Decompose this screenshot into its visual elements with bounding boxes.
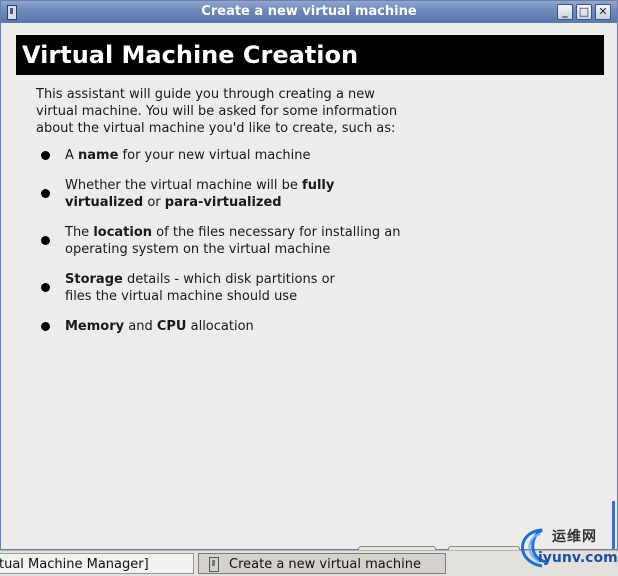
item-text: and	[124, 319, 157, 334]
close-button[interactable]: ✕	[595, 4, 611, 20]
bullet-dot-icon	[41, 189, 50, 198]
window-title: Create a new virtual machine	[201, 4, 417, 19]
bullet-dot-icon	[41, 283, 50, 292]
watermark-cn: 运维网	[552, 529, 597, 545]
item-text: Whether the virtual machine will be	[65, 178, 303, 193]
watermark: 运维网 iyunv.com	[512, 522, 618, 572]
dialog-window: Create a new virtual machine _ □ ✕ Virtu…	[0, 0, 618, 550]
maximize-button[interactable]: □	[576, 4, 592, 20]
bullet-dot-icon	[41, 151, 50, 160]
item-bold-text: location	[93, 225, 153, 240]
item-text: for your new virtual machine	[118, 148, 311, 163]
intro-text: This assistant will guide you through cr…	[36, 87, 398, 136]
application-icon	[209, 557, 219, 572]
bullet-dot-icon	[41, 236, 50, 245]
item-text: A	[65, 148, 79, 163]
page-title: Virtual Machine Creation	[16, 35, 604, 75]
title-bar[interactable]: Create a new virtual machine _ □ ✕	[1, 1, 617, 23]
taskbar-item-create-vm[interactable]: Create a new virtual machine	[198, 553, 446, 574]
item-bold-text: Storage	[65, 272, 123, 287]
minimize-button[interactable]: _	[557, 4, 573, 20]
item-text: The	[65, 225, 94, 240]
taskbar-item-label: tual Machine Manager]	[0, 557, 149, 572]
taskbar-item-label: Create a new virtual machine	[229, 557, 421, 572]
item-text: or	[143, 195, 165, 210]
item-bold-text: para-virtualized	[164, 195, 282, 210]
item-bold-text: name	[78, 148, 119, 163]
taskbar-item-vmm[interactable]: tual Machine Manager]	[0, 553, 194, 574]
watermark-en: iyunv.com	[538, 550, 618, 566]
bullet-dot-icon	[41, 322, 50, 331]
item-text: allocation	[186, 319, 254, 334]
item-bold-text: CPU	[156, 319, 187, 334]
item-bold-text: Memory	[65, 319, 125, 334]
